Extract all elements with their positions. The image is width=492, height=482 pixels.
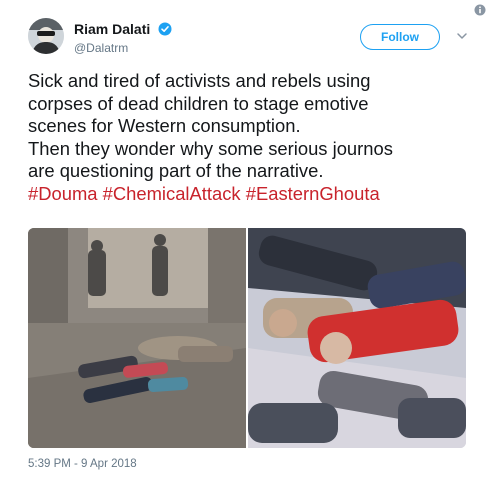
tweet-timestamp[interactable]: 5:39 PM - 9 Apr 2018 xyxy=(28,458,137,470)
tweet-text-line: Then they wonder why some serious journo… xyxy=(28,137,393,159)
avatar[interactable] xyxy=(28,18,64,54)
hashtag-link[interactable]: #Douma xyxy=(28,183,98,204)
display-name[interactable]: Riam Dalati xyxy=(74,21,150,37)
tweet-text-line: corpses of dead children to stage emotiv… xyxy=(28,92,369,114)
photo-courtyard[interactable] xyxy=(28,228,246,448)
hashtag-link[interactable]: #EasternGhouta xyxy=(246,183,380,204)
author-handle[interactable]: @Dalatrm xyxy=(74,41,172,55)
verified-icon xyxy=(158,22,172,36)
tweet-text-line: are questioning part of the narrative. xyxy=(28,160,324,181)
tweet-text: Sick and tired of activists and rebels u… xyxy=(28,70,476,205)
tweet-card: Riam Dalati @Dalatrm Follow Sick and tir… xyxy=(0,0,492,482)
follow-button[interactable]: Follow xyxy=(360,24,440,50)
media-grid xyxy=(28,228,466,448)
photo-closeup[interactable] xyxy=(248,228,466,448)
tweet-text-line: Sick and tired of activists and rebels u… xyxy=(28,70,371,91)
author-names: Riam Dalati @Dalatrm xyxy=(74,20,172,55)
hashtag-link[interactable]: #ChemicalAttack xyxy=(103,183,241,204)
tweet-header: Riam Dalati @Dalatrm Follow xyxy=(28,18,478,62)
info-icon[interactable] xyxy=(474,4,486,16)
hashtag-line: #Douma #ChemicalAttack #EasternGhouta xyxy=(28,183,476,206)
chevron-down-icon[interactable] xyxy=(456,30,468,42)
tweet-text-line: scenes for Western consumption. xyxy=(28,115,301,136)
